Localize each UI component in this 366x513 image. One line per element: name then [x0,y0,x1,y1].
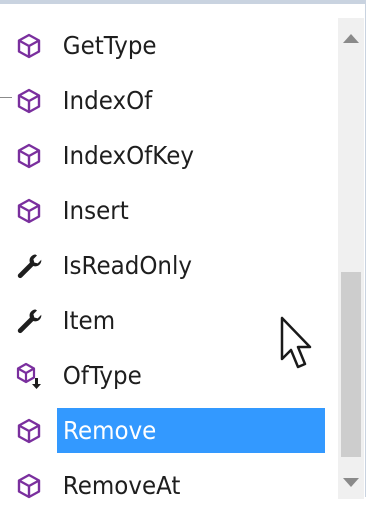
list-item-label: IndexOfKey [62,141,194,170]
list-item-label: IsReadOnly [62,251,193,280]
list-item-label: Item [62,306,116,335]
method-cube-icon [17,473,41,499]
completion-list: GetType IndexOf IndexOfKey Insert IsRead… [0,18,334,513]
list-item-removeat[interactable]: RemoveAt [0,458,334,513]
scrollbar-thumb[interactable] [341,272,361,457]
scroll-up-arrow-icon[interactable] [338,26,364,52]
scroll-down-arrow-icon[interactable] [338,469,364,495]
list-item-label: Insert [62,196,129,225]
vertical-scrollbar[interactable] [338,18,364,499]
list-item-insert[interactable]: Insert [0,183,334,238]
method-cube-icon [17,418,41,444]
mouse-pointer-icon [280,316,312,369]
list-item-isreadonly[interactable]: IsReadOnly [0,238,334,293]
intellisense-popup: GetType IndexOf IndexOfKey Insert IsRead… [0,0,366,500]
method-cube-icon [17,198,41,224]
method-cube-icon [17,88,41,114]
property-wrench-icon [17,309,42,334]
list-item-indexof[interactable]: IndexOf [0,73,334,128]
list-item-label: Remove [63,416,157,445]
method-cube-icon [17,33,41,59]
selected-item-highlight: Remove [57,408,325,453]
list-item-remove[interactable]: Remove [0,403,334,458]
list-item-gettype[interactable]: GetType [0,18,334,73]
list-item-indexofkey[interactable]: IndexOfKey [0,128,334,183]
list-item-label: GetType [62,31,157,60]
list-item-label: IndexOf [62,86,153,115]
extension-method-icon [16,362,41,389]
method-cube-icon [17,143,41,169]
property-wrench-icon [17,254,42,279]
list-item-label: RemoveAt [62,471,181,500]
list-item-label: OfType [62,361,142,390]
